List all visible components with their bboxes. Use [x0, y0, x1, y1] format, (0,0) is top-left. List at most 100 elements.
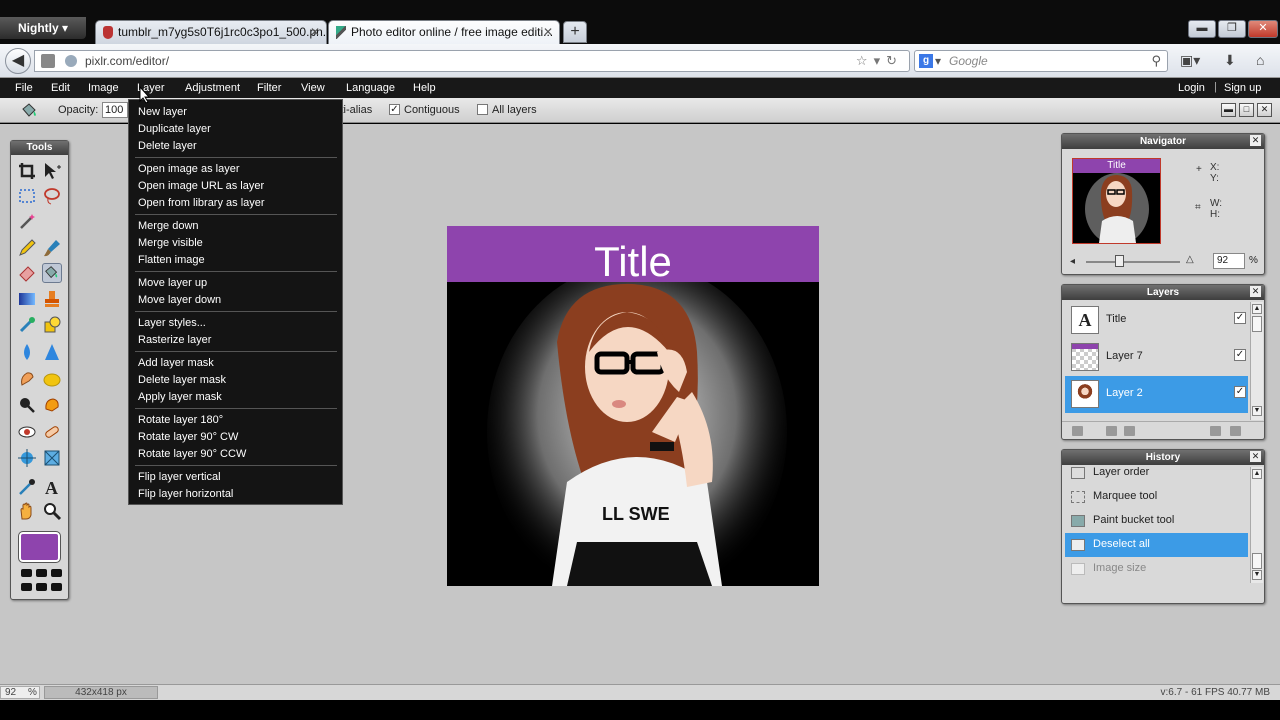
layer-mask-icon[interactable]	[1124, 426, 1135, 436]
menu-item-rotate-90-cw[interactable]: Rotate layer 90° CW	[138, 431, 238, 443]
crop-icon[interactable]	[17, 161, 37, 181]
brush-icon[interactable]	[42, 238, 62, 258]
menu-item-rotate-180[interactable]: Rotate layer 180°	[138, 414, 223, 426]
drawing-shapes-icon[interactable]	[42, 315, 62, 335]
layer-visibility-checkbox[interactable]: ✓	[1234, 349, 1246, 361]
menu-item-delete-layer-mask[interactable]: Delete layer mask	[138, 374, 226, 386]
downloads-icon[interactable]: ⬇	[1224, 52, 1236, 69]
layer-row-title[interactable]: A Title ✓	[1065, 302, 1248, 339]
magic-wand-icon[interactable]	[17, 211, 37, 231]
hand-icon[interactable]	[17, 501, 37, 521]
zoom-slider-handle[interactable]	[1114, 255, 1124, 267]
menu-item-apply-layer-mask[interactable]: Apply layer mask	[138, 391, 222, 403]
scroll-thumb[interactable]	[1252, 553, 1262, 569]
close-icon[interactable]: ✕	[1250, 135, 1261, 146]
menu-filter[interactable]: Filter	[257, 82, 281, 94]
scroll-up-icon[interactable]: ▲	[1252, 304, 1262, 314]
close-tab-icon[interactable]: ✕	[310, 21, 320, 43]
close-icon[interactable]: ✕	[1250, 286, 1261, 297]
lasso-icon[interactable]	[42, 186, 62, 206]
burn-icon[interactable]	[42, 395, 62, 415]
menu-item-duplicate-layer[interactable]: Duplicate layer	[138, 123, 211, 135]
clone-stamp-icon[interactable]	[42, 289, 62, 309]
history-item-selected[interactable]: Deselect all	[1065, 533, 1248, 557]
all-layers-checkbox[interactable]	[477, 104, 488, 115]
menu-file[interactable]: File	[15, 82, 33, 94]
red-eye-icon[interactable]	[17, 422, 37, 442]
tab-tumblr-image[interactable]: tumblr_m7yg5s0T6j1rc0c3po1_500.pn... ✕	[95, 20, 327, 44]
layer-visibility-checkbox[interactable]: ✓	[1234, 386, 1246, 398]
menu-item-open-image-as-layer[interactable]: Open image as layer	[138, 163, 240, 175]
navigator-thumbnail[interactable]: Title	[1072, 158, 1161, 244]
bookmarks-menu-icon[interactable]: ▣▾	[1180, 52, 1200, 69]
menu-item-layer-styles[interactable]: Layer styles...	[138, 317, 206, 329]
bookmark-star-icon[interactable]: ☆	[856, 53, 874, 68]
new-layer-icon[interactable]	[1210, 426, 1221, 436]
zoom-out-icon[interactable]: ◂	[1070, 256, 1075, 267]
layer-styles-icon[interactable]	[1106, 426, 1117, 436]
pencil-icon[interactable]	[17, 238, 37, 258]
layer-row-layer-2[interactable]: Layer 2 ✓	[1065, 376, 1248, 413]
menu-adjustment[interactable]: Adjustment	[185, 82, 240, 94]
opacity-input[interactable]: 100	[102, 102, 128, 118]
menu-item-new-layer[interactable]: New layer	[138, 106, 187, 118]
panel-restore-icon[interactable]: □	[1239, 103, 1254, 117]
scroll-up-icon[interactable]: ▲	[1252, 469, 1262, 479]
foreground-color-swatch[interactable]	[18, 531, 61, 563]
scroll-thumb[interactable]	[1252, 316, 1262, 332]
pinch-icon[interactable]	[42, 448, 62, 468]
color-replace-icon[interactable]	[17, 315, 37, 335]
menu-item-rotate-90-ccw[interactable]: Rotate layer 90° CCW	[138, 448, 246, 460]
menu-item-flip-vertical[interactable]: Flip layer vertical	[138, 471, 221, 483]
menu-item-open-from-library[interactable]: Open from library as layer	[138, 197, 265, 209]
trash-icon[interactable]	[1230, 426, 1241, 436]
menu-language[interactable]: Language	[346, 82, 395, 94]
zoom-slider-track[interactable]	[1086, 261, 1180, 263]
close-tab-icon[interactable]: ✕	[543, 21, 553, 43]
menu-item-delete-layer[interactable]: Delete layer	[138, 140, 197, 152]
layout-options-icon[interactable]	[19, 567, 63, 595]
paint-bucket-tool-icon[interactable]	[42, 263, 62, 283]
menu-item-flip-horizontal[interactable]: Flip layer horizontal	[138, 488, 233, 500]
history-item[interactable]: Marquee tool	[1065, 485, 1248, 509]
back-button[interactable]: ◀	[5, 48, 31, 74]
scroll-down-icon[interactable]: ▼	[1252, 406, 1262, 416]
zoom-icon[interactable]	[42, 501, 62, 521]
site-identity-icon[interactable]	[41, 54, 55, 68]
history-scrollbar[interactable]: ▲ ▼	[1250, 467, 1263, 583]
contiguous-checkbox[interactable]: ✓	[389, 104, 400, 115]
menu-item-move-layer-up[interactable]: Move layer up	[138, 277, 207, 289]
panel-minimize-icon[interactable]: ▬	[1221, 103, 1236, 117]
app-menu-button[interactable]: Nightly ▾	[0, 17, 86, 39]
tab-photo-editor[interactable]: Photo editor online / free image editi..…	[328, 20, 560, 44]
maximize-window-button[interactable]: ❐	[1218, 20, 1246, 38]
engine-dropdown-icon[interactable]: ▾	[935, 51, 941, 71]
history-item[interactable]: Layer order	[1065, 461, 1248, 485]
layers-scrollbar[interactable]: ▲ ▼	[1250, 302, 1263, 420]
signup-link[interactable]: Sign up	[1224, 82, 1261, 94]
history-item[interactable]: Paint bucket tool	[1065, 509, 1248, 533]
gradient-icon[interactable]	[17, 289, 37, 309]
zoom-in-icon[interactable]: △	[1186, 254, 1194, 265]
menu-item-add-layer-mask[interactable]: Add layer mask	[138, 357, 214, 369]
layer-visibility-checkbox[interactable]: ✓	[1234, 312, 1246, 324]
menu-help[interactable]: Help	[413, 82, 436, 94]
google-engine-icon[interactable]: g	[919, 54, 933, 68]
menu-item-move-layer-down[interactable]: Move layer down	[138, 294, 221, 306]
move-icon[interactable]	[42, 161, 62, 181]
url-bar[interactable]: pixlr.com/editor/ ☆▾↻	[34, 50, 910, 72]
history-item[interactable]: Image size	[1065, 557, 1248, 581]
menu-image[interactable]: Image	[88, 82, 119, 94]
close-icon[interactable]: ✕	[1250, 451, 1261, 462]
type-icon[interactable]: A	[42, 477, 62, 497]
search-input[interactable]: g ▾ Google ⚲	[914, 50, 1168, 72]
menu-view[interactable]: View	[301, 82, 325, 94]
panel-close-icon[interactable]: ✕	[1257, 103, 1272, 117]
status-zoom[interactable]: 92 %	[0, 686, 40, 699]
menu-edit[interactable]: Edit	[51, 82, 70, 94]
blur-icon[interactable]	[17, 342, 37, 362]
minimize-window-button[interactable]: ▬	[1188, 20, 1216, 38]
dropdown-arrow-icon[interactable]: ▾	[874, 53, 887, 68]
sharpen-icon[interactable]	[42, 342, 62, 362]
spot-heal-icon[interactable]	[42, 422, 62, 442]
